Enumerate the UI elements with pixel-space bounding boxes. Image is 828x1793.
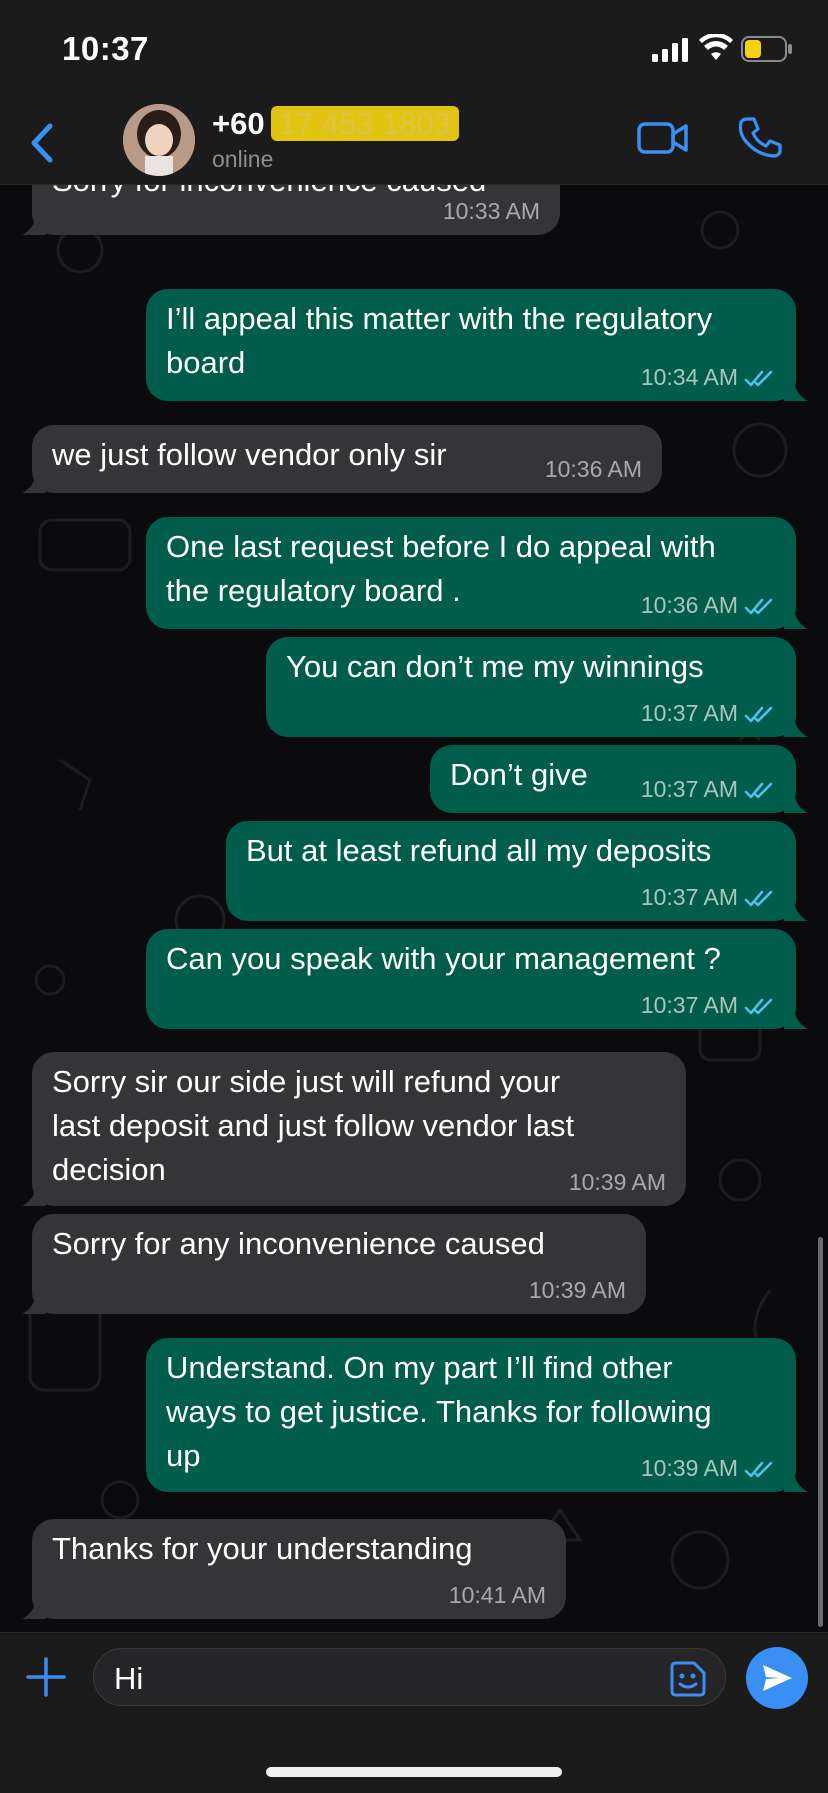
bubble-tail (22, 473, 46, 493)
read-receipt-icon (744, 598, 773, 615)
outgoing-message[interactable]: Can you speak with your management ? 10:3… (146, 929, 808, 1029)
read-receipt-icon (744, 890, 773, 907)
message-time: 10:36 AM (544, 456, 642, 482)
contact-name[interactable]: +60 17 453 1803 (212, 106, 459, 142)
bubble-tail (22, 1599, 46, 1619)
message-timestamp: 10:37 AM (641, 991, 776, 1019)
message-composer: Hi (0, 1632, 828, 1793)
message-text: You can don’t me my winnings (286, 649, 704, 684)
outgoing-message[interactable]: You can don’t me my winnings 10:37 AM (266, 637, 808, 737)
incoming-message[interactable]: Sorry for any inconvenience caused 10:39 … (22, 1214, 646, 1314)
message-timestamp: 10:39 AM (641, 1454, 776, 1482)
status-time: 10:37 (62, 30, 149, 67)
message-time: 10:41 AM (448, 1582, 546, 1608)
contact-number-prefix: +60 (212, 106, 265, 141)
home-indicator[interactable] (266, 1767, 562, 1777)
outgoing-message[interactable]: Understand. On my part I’ll find other w… (146, 1338, 808, 1492)
attach-plus-icon[interactable] (26, 1657, 66, 1697)
contact-online-status: online (212, 146, 274, 172)
back-chevron-icon[interactable] (22, 118, 62, 168)
message-input[interactable]: Hi (93, 1648, 726, 1706)
message-time: 10:37 AM (640, 776, 738, 802)
message-time: 10:37 AM (640, 700, 738, 726)
wifi-icon (699, 34, 733, 60)
message-time: 10:36 AM (640, 592, 738, 618)
voice-call-icon[interactable] (738, 115, 782, 159)
send-button[interactable] (746, 1647, 808, 1709)
bubble-tail (784, 609, 808, 629)
message-text: Can you speak with your management ? (166, 941, 721, 976)
bubble-tail (22, 1186, 46, 1206)
chat-scrollbar[interactable] (818, 1237, 823, 1627)
message-timestamp: 10:37 AM (641, 883, 776, 911)
read-receipt-icon (744, 706, 773, 723)
message-time: 10:37 AM (640, 992, 738, 1018)
contact-number-redacted: 17 453 1803 (270, 106, 459, 141)
message-timestamp: 10:39 AM (529, 1276, 626, 1304)
message-time: 10:39 AM (528, 1277, 626, 1303)
outgoing-message[interactable]: But at least refund all my deposits 10:37… (226, 821, 808, 921)
bubble-tail (784, 1472, 808, 1492)
status-bar: 10:37 (0, 0, 828, 100)
message-timestamp: 10:37 AM (641, 699, 776, 727)
bubble-tail (784, 1009, 808, 1029)
bubble-tail (784, 381, 808, 401)
battery-icon (741, 36, 792, 62)
message-timestamp: 10:36 AM (545, 455, 642, 483)
incoming-message[interactable]: we just follow vendor only sir 10:36 AM (22, 425, 662, 493)
send-arrow-icon (763, 1665, 792, 1691)
incoming-message[interactable]: Thanks for your understanding 10:41 AM (22, 1519, 566, 1619)
message-input-text: Hi (114, 1661, 144, 1696)
message-time: 10:39 AM (568, 1169, 666, 1195)
bubble-tail (784, 717, 808, 737)
sticker-icon[interactable] (668, 1659, 708, 1699)
message-text: But at least refund all my deposits (246, 833, 712, 868)
cellular-signal-icon (652, 38, 688, 62)
video-call-icon[interactable] (637, 120, 689, 156)
bubble-tail (784, 901, 808, 921)
message-text: Thanks for your understanding (52, 1531, 473, 1566)
outgoing-message[interactable]: I’ll appeal this matter with the regulat… (146, 289, 808, 401)
incoming-message[interactable]: Sorry sir our side just will refund your… (22, 1052, 686, 1206)
chat-header: +60 17 453 1803 online (0, 100, 828, 185)
message-timestamp: 10:39 AM (569, 1168, 666, 1196)
message-timestamp: 10:37 AM (641, 775, 776, 803)
message-timestamp: 10:34 AM (641, 363, 776, 391)
read-receipt-icon (744, 782, 773, 799)
read-receipt-icon (744, 998, 773, 1015)
read-receipt-icon (744, 1461, 773, 1478)
message-text: Sorry for any inconvenience caused (52, 1226, 545, 1261)
contact-avatar[interactable] (123, 104, 195, 176)
message-timestamp: 10:36 AM (641, 591, 776, 619)
bubble-tail (22, 1294, 46, 1314)
message-time: 10:34 AM (640, 364, 738, 390)
message-list[interactable]: Sorry for inconvenience caused10:33 AM I’… (0, 185, 828, 1632)
bubble-tail (22, 215, 46, 235)
outgoing-message[interactable]: One last request before I do appeal with… (146, 517, 808, 629)
message-time: 10:37 AM (640, 884, 738, 910)
message-timestamp: 10:41 AM (449, 1581, 546, 1609)
bubble-tail (784, 793, 808, 813)
outgoing-message[interactable]: Don’t give 10:37 AM (430, 745, 808, 813)
message-timestamp: 10:33 AM (443, 197, 540, 225)
incoming-message[interactable]: Sorry for inconvenience caused10:33 AM (22, 185, 560, 235)
message-time: 10:39 AM (640, 1455, 738, 1481)
message-time: 10:33 AM (442, 198, 540, 224)
read-receipt-icon (744, 370, 773, 387)
avatar-photo-icon (123, 104, 195, 176)
